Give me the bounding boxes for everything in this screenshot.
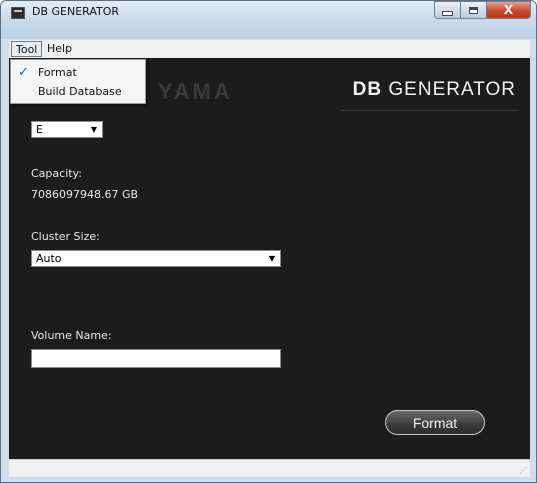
capacity-label: Capacity: — [31, 167, 82, 180]
app-brand-title: DB GENERATOR — [353, 79, 516, 101]
brand-title-bold: DB — [352, 79, 383, 100]
format-button[interactable]: Format — [385, 410, 485, 435]
menu-tool[interactable]: Tool — [11, 41, 43, 57]
header-divider — [341, 110, 519, 111]
menu-item-build-database-label: Build Database — [38, 85, 122, 98]
tool-menu-dropdown: ✓ Format Build Database — [10, 59, 146, 104]
cluster-size-value: Auto — [36, 252, 62, 265]
window-title: DB GENERATOR — [32, 5, 120, 18]
close-icon: X — [503, 3, 514, 17]
brand-logo: YAMA — [158, 79, 233, 104]
minimize-icon — [442, 10, 453, 16]
capacity-value: 7086097948.67 GB — [31, 188, 139, 201]
main-panel: YAMA DB GENERATOR E ▼ Capacity: 70860979… — [9, 58, 530, 459]
minimize-button[interactable] — [434, 1, 461, 19]
drive-select[interactable]: E ▼ — [31, 121, 103, 138]
brand-title-rest: GENERATOR — [382, 79, 516, 100]
close-button[interactable]: X — [487, 1, 531, 19]
title-bar[interactable]: DB GENERATOR X — [1, 1, 536, 39]
maximize-icon — [469, 6, 478, 14]
menu-item-format-label: Format — [38, 66, 77, 79]
status-bar: ⋰ — [9, 459, 530, 477]
menu-item-build-database[interactable]: Build Database — [11, 82, 145, 102]
cluster-size-select[interactable]: Auto ▼ — [31, 250, 281, 267]
volume-name-label: Volume Name: — [31, 329, 112, 342]
cluster-size-label: Cluster Size: — [31, 230, 100, 243]
check-icon: ✓ — [18, 65, 29, 80]
app-window: DB GENERATOR X Tool Help YAMA DB GENERAT… — [0, 0, 537, 483]
drive-select-value: E — [36, 123, 43, 136]
app-icon — [11, 7, 25, 19]
volume-name-input[interactable] — [31, 349, 281, 368]
menu-bar: Tool Help — [9, 40, 530, 59]
chevron-down-icon: ▼ — [268, 254, 275, 263]
menu-item-format[interactable]: ✓ Format — [11, 63, 145, 83]
menu-help[interactable]: Help — [43, 41, 76, 57]
window-controls: X — [434, 1, 531, 21]
resize-grip-icon[interactable]: ⋰ — [519, 466, 527, 475]
chevron-down-icon: ▼ — [90, 125, 97, 134]
maximize-button[interactable] — [461, 1, 487, 19]
